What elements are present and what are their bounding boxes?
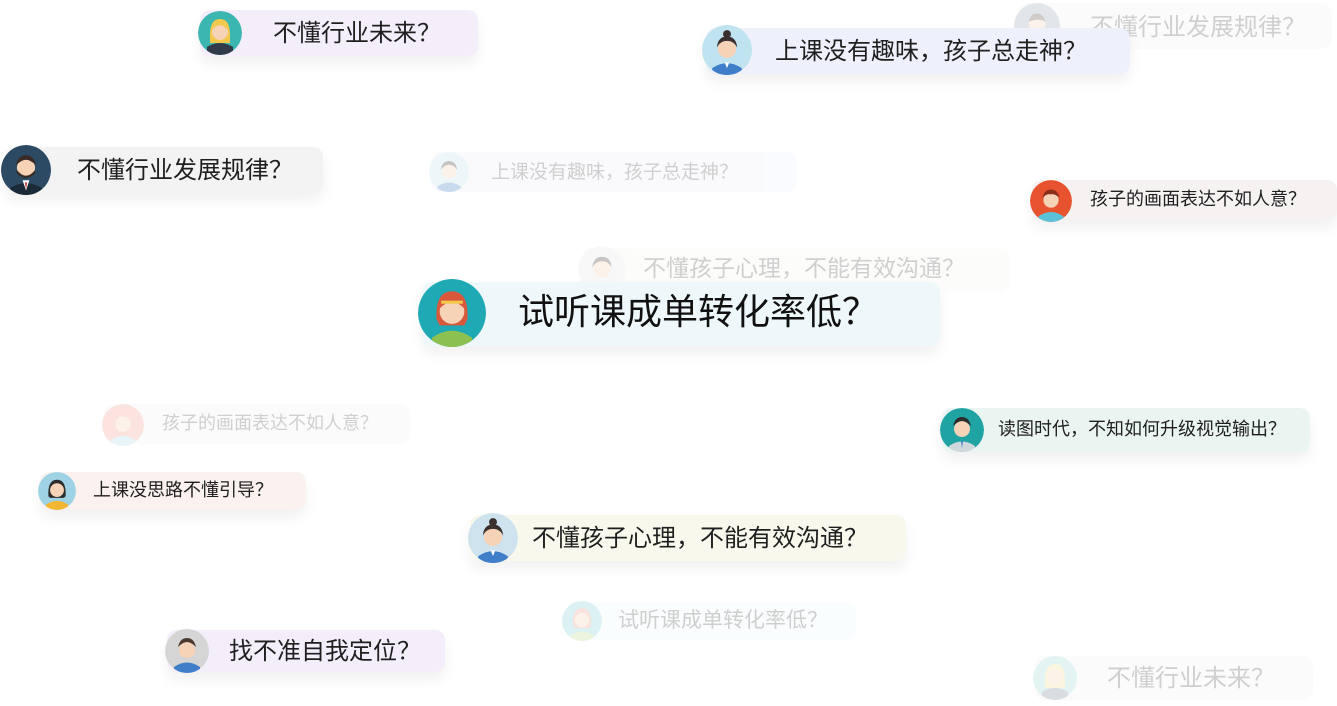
bearded-man-avatar-icon <box>1 145 51 195</box>
woman-teal-avatar-icon <box>702 25 752 75</box>
bubble-text: 不懂行业发展规律？ <box>77 156 293 184</box>
question-bubble-child-psychology: 不懂孩子心理，不能有效沟通？ <box>468 513 906 563</box>
question-bubble-industry-future-faded: 不懂行业未来？ <box>1033 656 1313 700</box>
bubble-text: 不懂孩子心理，不能有效沟通？ <box>532 524 868 552</box>
red-boy-avatar-icon <box>102 404 144 446</box>
bubble-text: 读图时代，不知如何升级视觉输出？ <box>998 419 1286 440</box>
redhair-girl-avatar-icon <box>418 279 486 347</box>
yellow-woman-avatar-icon <box>38 472 76 510</box>
woman-teal-avatar-icon <box>429 152 469 192</box>
bubble-text: 孩子的画面表达不如人意？ <box>162 413 378 434</box>
bubble-text: 不懂行业未来？ <box>273 19 441 47</box>
question-bubble-conversion-rate-faded: 试听课成单转化率低？ <box>562 601 856 641</box>
bubble-text: 上课没有趣味，孩子总走神？ <box>491 161 739 183</box>
question-bubble-class-boring: 上课没有趣味，孩子总走神？ <box>702 25 1130 75</box>
question-bubble-child-expression-faded: 孩子的画面表达不如人意？ <box>102 404 410 446</box>
blonde-woman-avatar-icon <box>1033 656 1077 700</box>
grey-boy-avatar-icon <box>165 629 209 673</box>
question-bubble-visual-output: 读图时代，不知如何升级视觉输出？ <box>940 408 1310 452</box>
red-boy-avatar-icon <box>1030 180 1072 222</box>
bubble-text: 试听课成单转化率低？ <box>618 608 828 632</box>
question-bubble-class-boring-faded: 上课没有趣味，孩子总走神？ <box>429 152 797 192</box>
bubble-text: 上课没思路不懂引导？ <box>93 480 273 501</box>
question-bubble-industry-rules: 不懂行业发展规律？ <box>1 145 323 195</box>
question-bubble-no-ideas: 上课没思路不懂引导？ <box>38 472 306 510</box>
bubble-text: 不懂行业未来？ <box>1107 664 1275 692</box>
question-bubble-child-expression: 孩子的画面表达不如人意？ <box>1030 180 1337 222</box>
bubble-text: 找不准自我定位？ <box>229 637 421 665</box>
bubble-text: 上课没有趣味，孩子总走神？ <box>775 37 1087 65</box>
blonde-woman-avatar-icon <box>198 11 242 55</box>
teal-man-avatar-icon <box>940 408 984 452</box>
woman-avatar-icon <box>468 513 518 563</box>
bubble-text: 孩子的画面表达不如人意？ <box>1090 189 1306 210</box>
question-bubble-conversion-rate-main: 试听课成单转化率低？ <box>418 279 940 347</box>
question-bubble-industry-future: 不懂行业未来？ <box>198 10 478 56</box>
question-bubble-self-positioning: 找不准自我定位？ <box>165 629 445 673</box>
bubble-text: 试听课成单转化率低？ <box>518 292 879 333</box>
redhair-girl-avatar-icon <box>562 601 602 641</box>
bubble-text: 不懂孩子心理，不能有效沟通？ <box>643 256 965 282</box>
